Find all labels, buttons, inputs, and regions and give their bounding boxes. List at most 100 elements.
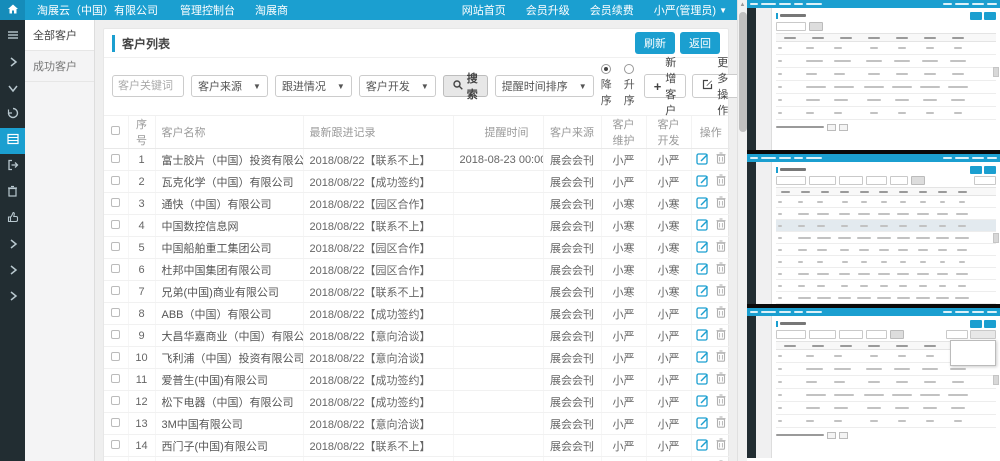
submenu-success-customers[interactable]: 成功客户 — [25, 51, 94, 82]
nav-site-home[interactable]: 网站首页 — [452, 0, 516, 20]
brand[interactable]: 淘展云（中国）有限公司 — [25, 0, 170, 20]
refresh-button[interactable]: 刷新 — [635, 32, 675, 54]
sidebar-item-10[interactable] — [0, 284, 25, 310]
sidebar-item-customer-list[interactable] — [0, 128, 25, 154]
sidebar-item-2[interactable] — [0, 76, 25, 102]
row-checkbox[interactable] — [111, 330, 120, 339]
main-scrollbar[interactable]: ▲ — [737, 0, 747, 461]
filter-bar: 客户来源▼ 跟进情况▼ 客户开发▼ 搜索 提醒时间排序▼ 降序 升序 — [104, 58, 728, 116]
delete-customer-button[interactable] — [716, 394, 726, 410]
edit-customer-button[interactable] — [696, 306, 709, 322]
preview-screenshot-1[interactable] — [747, 0, 1000, 150]
delete-customer-button[interactable] — [716, 328, 726, 344]
edit-customer-button[interactable] — [696, 438, 709, 454]
edit-customer-button[interactable] — [696, 284, 709, 300]
sidebar-item-5[interactable] — [0, 154, 25, 180]
table-row: 4中国数控信息网2018/08/22【联系不上】展会会刊小寒小寒 — [104, 215, 730, 237]
keyword-input[interactable] — [112, 75, 184, 97]
source-select[interactable]: 客户来源▼ — [191, 75, 268, 97]
preview-screenshot-3[interactable] — [747, 308, 1000, 461]
customer-source: 展会会刊 — [543, 237, 601, 259]
sidebar-item-7[interactable] — [0, 206, 25, 232]
edit-customer-button[interactable] — [696, 350, 709, 366]
follow-select[interactable]: 跟进情况▼ — [275, 75, 352, 97]
row-checkbox[interactable] — [111, 154, 120, 163]
delete-customer-button[interactable] — [716, 372, 726, 388]
back-button[interactable]: 返回 — [680, 32, 720, 54]
sort-desc-radio[interactable]: 降序 — [601, 64, 614, 108]
nav-shop[interactable]: 淘展商 — [245, 0, 298, 20]
row-checkbox[interactable] — [111, 418, 120, 427]
search-button[interactable]: 搜索 — [443, 75, 488, 97]
header-developer: 客户开发 — [646, 116, 691, 149]
edit-customer-button[interactable] — [696, 218, 709, 234]
nav-member-upgrade[interactable]: 会员升级 — [516, 0, 580, 20]
table-row: 12松下电器（中国）有限公司2018/08/22【成功签约】展会会刊小严小严 — [104, 391, 730, 413]
delete-customer-button[interactable] — [716, 262, 726, 278]
delete-customer-button[interactable] — [716, 174, 726, 190]
preview-navbar — [747, 154, 1000, 162]
row-checkbox[interactable] — [111, 176, 120, 185]
sidebar-item-6[interactable] — [0, 180, 25, 206]
customer-name: 中国船舶重工集团公司 — [155, 237, 303, 259]
nav-console[interactable]: 管理控制台 — [170, 0, 245, 20]
sidebar-menu-toggle[interactable] — [0, 24, 25, 50]
submenu-all-customers[interactable]: 全部客户 — [25, 20, 94, 51]
row-checkbox[interactable] — [111, 198, 120, 207]
chevron-right-icon — [8, 236, 18, 254]
header-remind: 提醒时间 — [453, 116, 543, 149]
edit-customer-button[interactable] — [696, 240, 709, 256]
edit-customer-button[interactable] — [696, 416, 709, 432]
home-icon — [7, 3, 19, 18]
customer-developer: 小寒 — [646, 281, 691, 303]
row-checkbox[interactable] — [111, 396, 120, 405]
sort-select[interactable]: 提醒时间排序▼ — [495, 75, 594, 97]
edit-customer-button[interactable] — [696, 262, 709, 278]
delete-icon — [716, 152, 726, 164]
scroll-up-icon[interactable]: ▲ — [738, 0, 747, 10]
row-checkbox[interactable] — [111, 286, 120, 295]
develop-select[interactable]: 客户开发▼ — [359, 75, 436, 97]
sidebar-item-1[interactable] — [0, 50, 25, 76]
preview-screenshot-2[interactable] — [747, 154, 1000, 304]
delete-customer-button[interactable] — [716, 196, 726, 212]
edit-customer-button[interactable] — [696, 372, 709, 388]
delete-customer-button[interactable] — [716, 284, 726, 300]
row-checkbox[interactable] — [111, 440, 120, 449]
select-all-checkbox[interactable] — [111, 126, 120, 135]
row-number: 8 — [128, 303, 155, 325]
row-checkbox[interactable] — [111, 242, 120, 251]
edit-customer-button[interactable] — [696, 152, 709, 168]
delete-customer-button[interactable] — [716, 306, 726, 322]
sidebar-item-3[interactable] — [0, 102, 25, 128]
row-checkbox[interactable] — [111, 264, 120, 273]
sort-asc-radio[interactable]: 升序 — [624, 64, 637, 108]
edit-customer-button[interactable] — [696, 328, 709, 344]
nav-member-renew[interactable]: 会员续费 — [580, 0, 644, 20]
customer-list-box: 客户列表 刷新 返回 客户来源▼ 跟进情况▼ 客户开发▼ 搜索 — [103, 28, 729, 461]
delete-customer-button[interactable] — [716, 152, 726, 168]
row-checkbox[interactable] — [111, 374, 120, 383]
row-checkbox[interactable] — [111, 352, 120, 361]
sidebar-item-8[interactable] — [0, 232, 25, 258]
add-customer-button[interactable]: + 新增客户 — [644, 74, 687, 98]
history-icon — [7, 106, 19, 124]
scrollbar-thumb[interactable] — [739, 12, 747, 132]
row-checkbox[interactable] — [111, 308, 120, 317]
delete-customer-button[interactable] — [716, 438, 726, 454]
more-actions-button[interactable]: 更多操作 ▼ — [692, 74, 737, 98]
customer-source: 展会会刊 — [543, 413, 601, 435]
preview-sidebar — [747, 8, 756, 150]
top-navbar: 淘展云（中国）有限公司 管理控制台 淘展商 网站首页 会员升级 会员续费 小严(… — [0, 0, 737, 20]
delete-customer-button[interactable] — [716, 416, 726, 432]
home-button[interactable] — [0, 0, 25, 20]
row-checkbox[interactable] — [111, 220, 120, 229]
sidebar-item-9[interactable] — [0, 258, 25, 284]
edit-customer-button[interactable] — [696, 196, 709, 212]
nav-user-menu[interactable]: 小严(管理员) ▼ — [644, 0, 737, 20]
delete-customer-button[interactable] — [716, 218, 726, 234]
delete-customer-button[interactable] — [716, 350, 726, 366]
delete-customer-button[interactable] — [716, 240, 726, 256]
edit-customer-button[interactable] — [696, 394, 709, 410]
edit-customer-button[interactable] — [696, 174, 709, 190]
